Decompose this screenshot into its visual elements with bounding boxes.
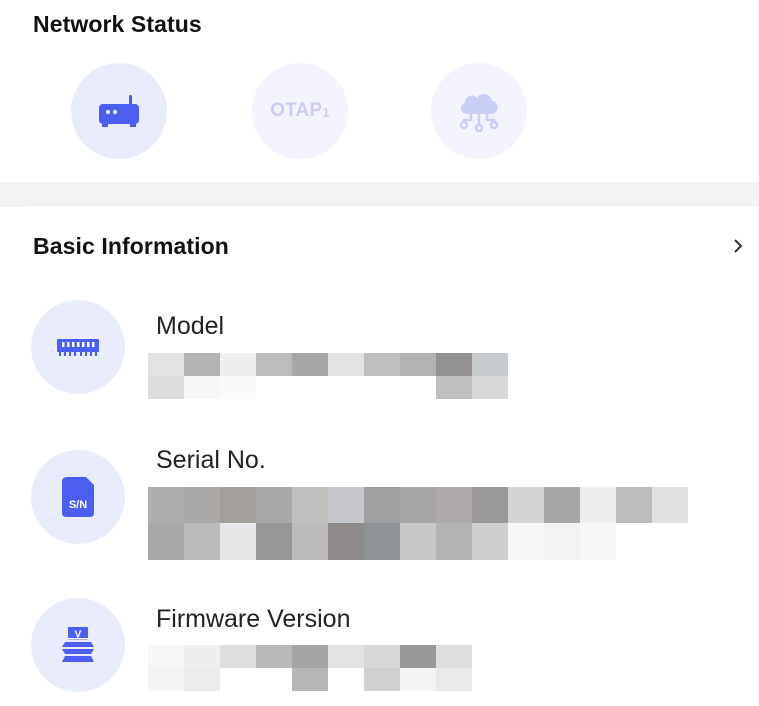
section-divider [0,182,759,207]
serial-number-label: Serial No. [156,446,266,474]
basic-information-card [12,206,759,706]
serial-number-icon: S/N [62,477,94,517]
otap-icon: OTAP1 [270,100,330,121]
firmware-version-label: Firmware Version [156,605,351,633]
model-icon-circle [31,300,125,394]
memory-chip-icon [57,339,99,356]
firmware-icon-circle: V [31,598,125,692]
chevron-right-icon[interactable] [730,236,746,256]
router-status-button[interactable] [71,63,167,159]
serial-icon-circle: S/N [31,450,125,544]
firmware-chip-icon: V [62,627,94,662]
model-label: Model [156,312,225,340]
otap-status-button[interactable]: OTAP1 [252,63,348,159]
network-status-title: Network Status [33,11,202,37]
cloud-status-button[interactable] [431,63,527,159]
router-icon [99,95,139,127]
svg-text:S/N: S/N [69,499,87,511]
basic-information-title[interactable]: Basic Information [33,233,229,260]
cloud-network-icon [459,94,499,132]
